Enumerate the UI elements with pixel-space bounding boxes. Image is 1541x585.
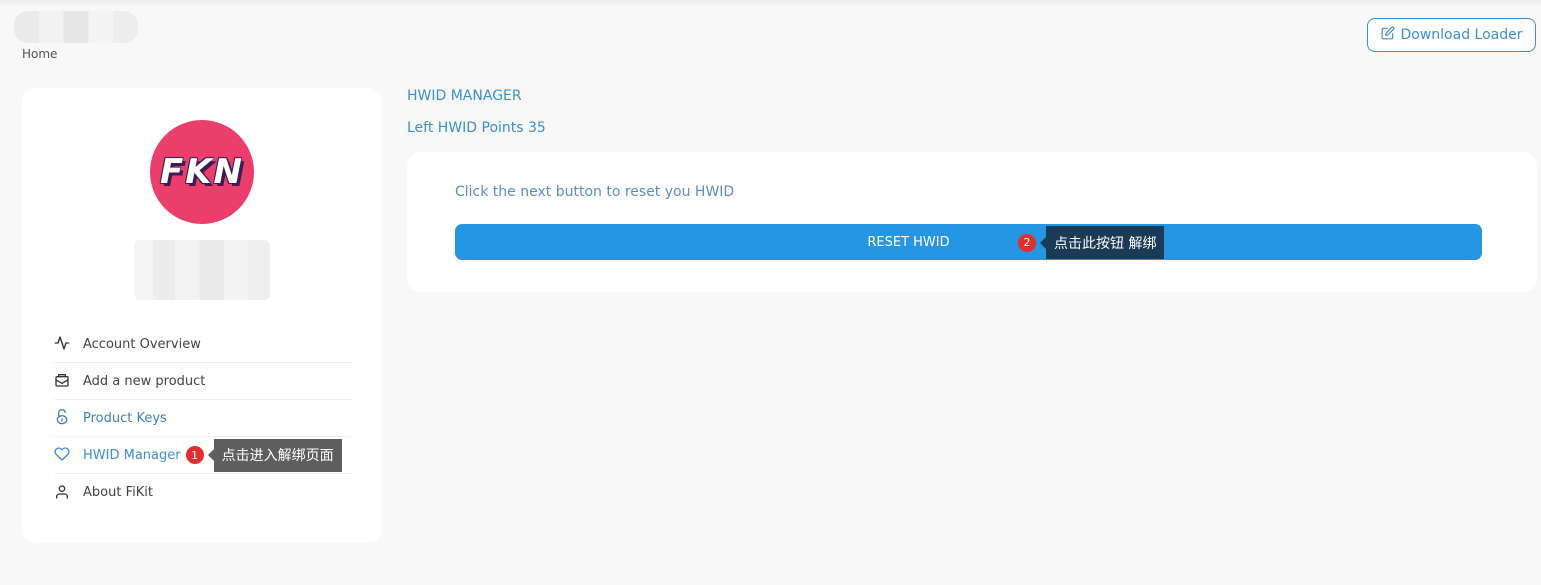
hwid-card: Click the next button to reset you HWID … bbox=[407, 152, 1537, 292]
sidebar-card: FKN Account Overview Add a new product P… bbox=[22, 88, 382, 543]
activity-icon bbox=[54, 335, 72, 353]
annotation-tooltip: 点击此按钮 解绑 bbox=[1039, 226, 1165, 259]
avatar: FKN bbox=[150, 120, 254, 224]
top-shadow bbox=[0, 0, 1541, 6]
annotation-tooltip: 点击进入解绑页面 bbox=[207, 438, 342, 472]
sidebar-item-label: Add a new product bbox=[83, 373, 206, 389]
edit-icon bbox=[1381, 26, 1395, 44]
sidebar-item-label: Account Overview bbox=[83, 336, 201, 352]
package-icon bbox=[54, 372, 72, 390]
sidebar-item-label: HWID Manager bbox=[83, 447, 181, 463]
sidebar-nav: Account Overview Add a new product Produ… bbox=[54, 326, 352, 511]
breadcrumb[interactable]: Home bbox=[22, 47, 57, 61]
heart-icon bbox=[54, 446, 72, 464]
user-icon bbox=[54, 484, 72, 502]
sidebar-item-about[interactable]: About FiKit bbox=[54, 474, 352, 511]
download-loader-button[interactable]: Download Loader bbox=[1367, 18, 1536, 52]
sidebar-item-product-keys[interactable]: Product Keys bbox=[54, 400, 352, 437]
download-loader-label: Download Loader bbox=[1400, 27, 1523, 43]
instruction-text: Click the next button to reset you HWID bbox=[455, 184, 735, 200]
avatar-logo: FKN bbox=[159, 152, 245, 192]
sidebar-item-label: Product Keys bbox=[83, 410, 167, 426]
unlock-icon bbox=[54, 409, 72, 427]
hwid-points: Left HWID Points 35 bbox=[407, 120, 546, 136]
reset-hwid-button[interactable]: RESET HWID bbox=[455, 224, 1482, 260]
sidebar-item-account-overview[interactable]: Account Overview bbox=[54, 326, 352, 363]
sidebar-item-add-product[interactable]: Add a new product bbox=[54, 363, 352, 400]
sidebar-item-hwid-manager[interactable]: HWID Manager 1 点击进入解绑页面 bbox=[54, 437, 352, 474]
blurred-username bbox=[14, 11, 138, 43]
reset-hwid-label: RESET HWID bbox=[867, 234, 950, 250]
page-title: HWID MANAGER bbox=[407, 88, 522, 104]
sidebar-item-label: About FiKit bbox=[83, 485, 153, 500]
reset-annotation: 2 点击此按钮 解绑 bbox=[1018, 226, 1165, 259]
blurred-user-info bbox=[134, 240, 270, 300]
annotation-badge: 2 bbox=[1018, 233, 1036, 252]
annotation-badge: 1 bbox=[185, 446, 204, 464]
